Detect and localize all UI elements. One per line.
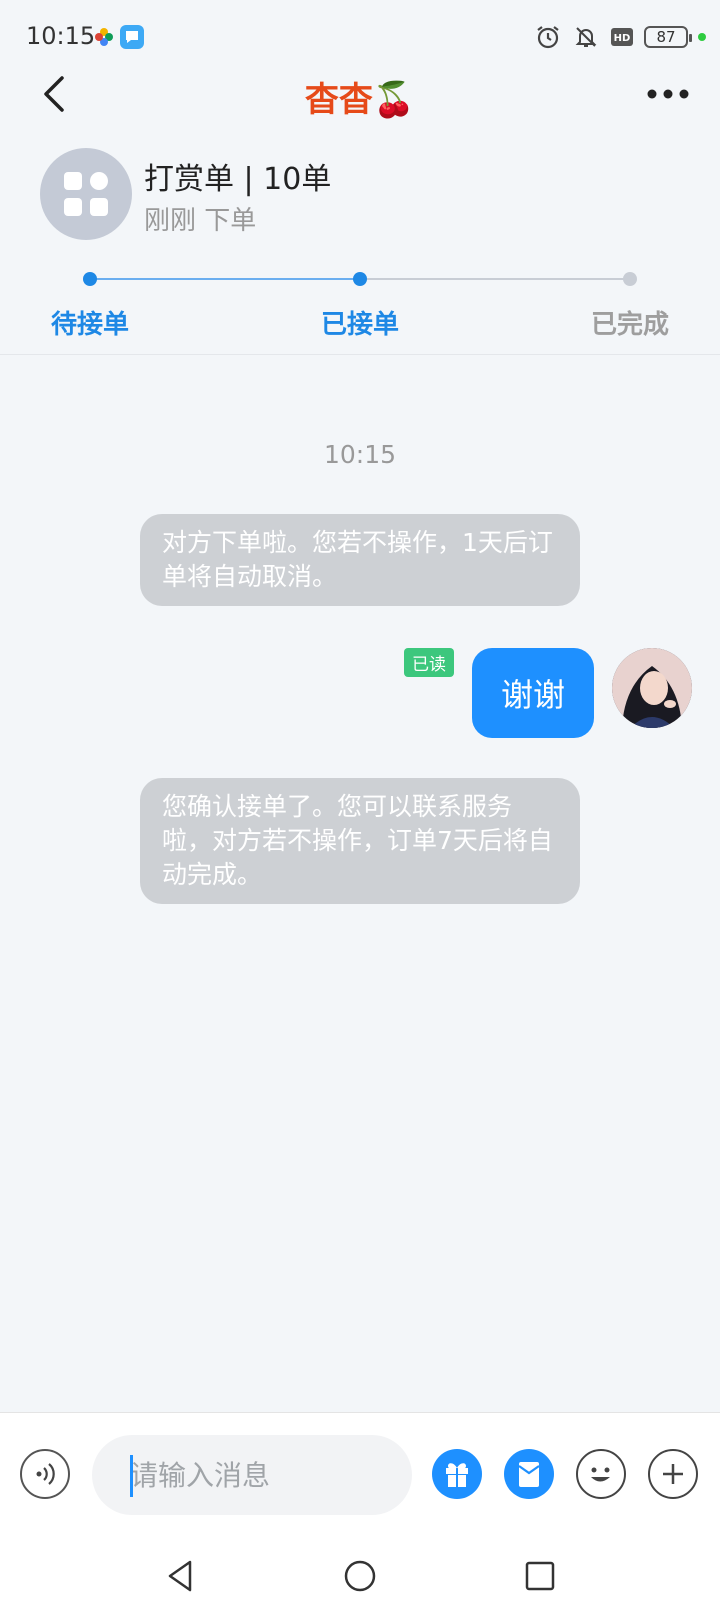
smiley-icon [591, 1467, 610, 1482]
step-dot-accepted [353, 272, 367, 286]
battery-level: 87 [656, 28, 676, 46]
my-message-bubble[interactable]: 谢谢 [472, 648, 594, 738]
emoji-button[interactable] [576, 1449, 626, 1499]
progress-line-done [90, 278, 360, 280]
order-card[interactable]: 打赏单 | 10单 刚刚 下单 [40, 148, 680, 248]
gift-button[interactable] [432, 1449, 482, 1499]
nav-recents-icon[interactable] [516, 1552, 564, 1600]
step-dot-completed [623, 272, 637, 286]
gift-icon [446, 1463, 468, 1487]
hd-icon: HD [611, 28, 633, 46]
more-options-icon[interactable] [646, 88, 690, 100]
my-avatar[interactable] [612, 648, 692, 728]
order-progress: 待接单 已接单 已完成 [0, 264, 720, 354]
system-nav-bar [0, 1538, 720, 1612]
header-divider [0, 354, 720, 355]
svg-text:HD: HD [614, 33, 631, 44]
step-label-pending-accept: 待接单 [51, 310, 130, 340]
apps-grid-icon [64, 172, 108, 216]
red-packet-icon [518, 1462, 540, 1487]
chat-app-icon [120, 25, 144, 49]
plus-icon [663, 1464, 683, 1484]
add-button[interactable] [648, 1449, 698, 1499]
status-time: 10:15 [26, 22, 96, 50]
title-bar: 杳杳🍒 [0, 60, 720, 130]
system-message: 对方下单啦。您若不操作，1天后订单将自动取消。 [140, 514, 580, 606]
message-input[interactable] [92, 1435, 412, 1515]
voice-icon [36, 1463, 55, 1485]
contact-name: 杳杳🍒 [304, 80, 416, 120]
input-bar [0, 1412, 720, 1538]
battery-icon: 87 [644, 26, 692, 48]
chat-timestamp: 10:15 [323, 440, 397, 469]
mute-bell-icon [575, 27, 597, 47]
charging-dot [698, 33, 706, 41]
voice-button[interactable] [20, 1449, 70, 1499]
order-subtitle: 刚刚 下单 [144, 206, 257, 236]
text-caret [130, 1455, 133, 1497]
nav-home-icon[interactable] [336, 1552, 384, 1600]
status-icons: HD 87 [534, 22, 706, 52]
order-title: 打赏单 | 10单 [144, 162, 332, 197]
step-label-accepted: 已接单 [321, 310, 400, 340]
read-status-badge: 已读 [404, 648, 454, 677]
system-message: 您确认接单了。您可以联系服务啦，对方若不操作，订单7天后将自动完成。 [140, 778, 580, 904]
order-type-avatar [40, 148, 132, 240]
nav-back-icon[interactable] [156, 1552, 204, 1600]
red-packet-button[interactable] [504, 1449, 554, 1499]
progress-line-pending [360, 278, 630, 280]
step-dot-pending-accept [83, 272, 97, 286]
alarm-icon [537, 26, 559, 49]
step-label-completed: 已完成 [591, 310, 670, 340]
message-text-field[interactable] [92, 1435, 400, 1515]
my-message-text: 谢谢 [500, 676, 565, 714]
photos-app-icon [92, 25, 116, 49]
